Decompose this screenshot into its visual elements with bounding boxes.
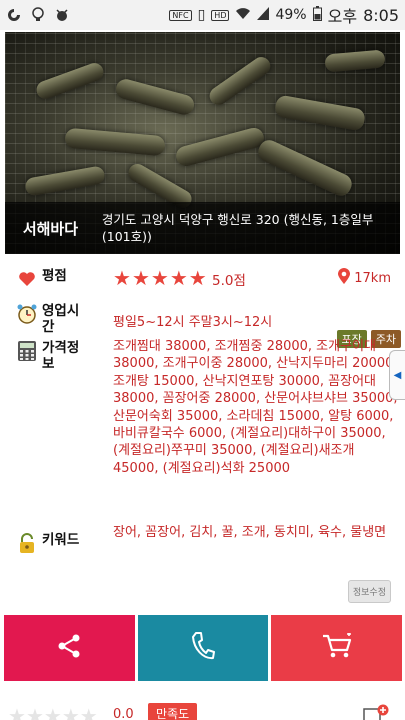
price-value: 조개찜대 38000, 조개찜중 28000, 조개구이대 38000, 조개구… — [113, 339, 398, 476]
hd-indicator: HD — [211, 9, 230, 21]
share-button[interactable] — [4, 615, 135, 681]
rating-label-row: 평점 — [16, 268, 67, 290]
satisfaction-button[interactable]: 만족도 — [148, 703, 198, 720]
status-right: NFC ▯ HD 49% 오후 8:05 — [169, 3, 399, 27]
side-drawer-handle[interactable]: ◀ — [389, 350, 405, 400]
price-label: 가격정보 — [42, 340, 80, 372]
battery-icon — [312, 5, 322, 25]
cart-button[interactable] — [271, 615, 403, 681]
add-comment-icon[interactable] — [363, 704, 389, 720]
hours-label-row: 영업시간 — [16, 303, 82, 335]
ampm: 오후 — [327, 7, 358, 26]
signal-icon — [257, 6, 270, 24]
bug-icon — [54, 7, 70, 23]
app-icon — [6, 7, 22, 23]
heart-icon — [16, 268, 38, 290]
lightbulb-icon — [30, 7, 46, 23]
status-bar: NFC ▯ HD 49% 오후 8:05 — [0, 0, 405, 30]
nfc-indicator: NFC — [169, 9, 192, 21]
star-icon: ★ — [131, 266, 150, 290]
my-rating-row: ★★★★★ 0.0 만족도 — [0, 700, 405, 720]
star-empty-icon: ★ — [8, 704, 26, 720]
phone-icon — [191, 631, 215, 665]
clock-time: 8:05 — [363, 5, 399, 25]
keywords-label: 키워드 — [42, 532, 80, 548]
distance[interactable]: 17km — [338, 268, 391, 288]
star-empty-icon: ★ — [61, 704, 80, 720]
alarm-clock-icon — [16, 303, 38, 325]
vibrate-icon: ▯ — [197, 7, 206, 23]
battery-percent: 49% — [275, 7, 307, 23]
distance-value: 17km — [354, 270, 391, 286]
shop-photo[interactable]: 서해바다 경기도 고양시 덕양구 행신로 320 (행신동, 1층일부(101호… — [5, 32, 400, 254]
star-empty-icon: ★ — [43, 704, 62, 720]
shop-address: 경기도 고양시 덕양구 행신로 320 (행신동, 1층일부(101호)) — [101, 212, 374, 244]
call-button[interactable] — [137, 615, 269, 681]
my-rating-score: 0.0 — [113, 707, 134, 720]
price-label-row: 가격정보 — [16, 340, 84, 372]
star-icon: ★ — [150, 266, 169, 290]
star-icon: ★ — [113, 266, 131, 290]
status-left-icons — [6, 7, 70, 23]
photo-caption: 서해바다 경기도 고양시 덕양구 행신로 320 (행신동, 1층일부(101호… — [5, 202, 400, 254]
cart-icon — [321, 632, 353, 663]
keywords-label-row: 키워드 — [16, 532, 79, 554]
action-bar — [4, 615, 403, 681]
lock-icon — [16, 532, 38, 554]
keywords-value: 장어, 꼼장어, 김치, 꿀, 조개, 동치미, 육수, 물냉면 — [113, 525, 387, 540]
hours-label: 영업시간 — [42, 303, 80, 335]
hours-value: 평일5~12시 주말3시~12시 — [113, 315, 273, 330]
star-icon: ★ — [169, 266, 188, 290]
calculator-icon — [16, 340, 38, 362]
rating-label: 평점 — [42, 268, 67, 284]
my-rating-stars[interactable]: ★★★★★ — [8, 704, 98, 720]
edit-info-button[interactable]: 정보수정 — [347, 580, 391, 603]
rating-stars: ★ ★ ★ ★ ★ — [113, 266, 207, 290]
share-icon — [56, 633, 82, 663]
wifi-icon — [235, 7, 251, 24]
location-pin-icon — [338, 268, 351, 288]
shop-name: 서해바다 — [22, 219, 79, 238]
chevron-left-icon: ◀ — [393, 369, 402, 381]
star-empty-icon: ★ — [25, 704, 44, 720]
rating-score: 5.0점 — [212, 273, 246, 289]
star-icon: ★ — [188, 266, 207, 290]
star-empty-icon: ★ — [79, 704, 98, 720]
